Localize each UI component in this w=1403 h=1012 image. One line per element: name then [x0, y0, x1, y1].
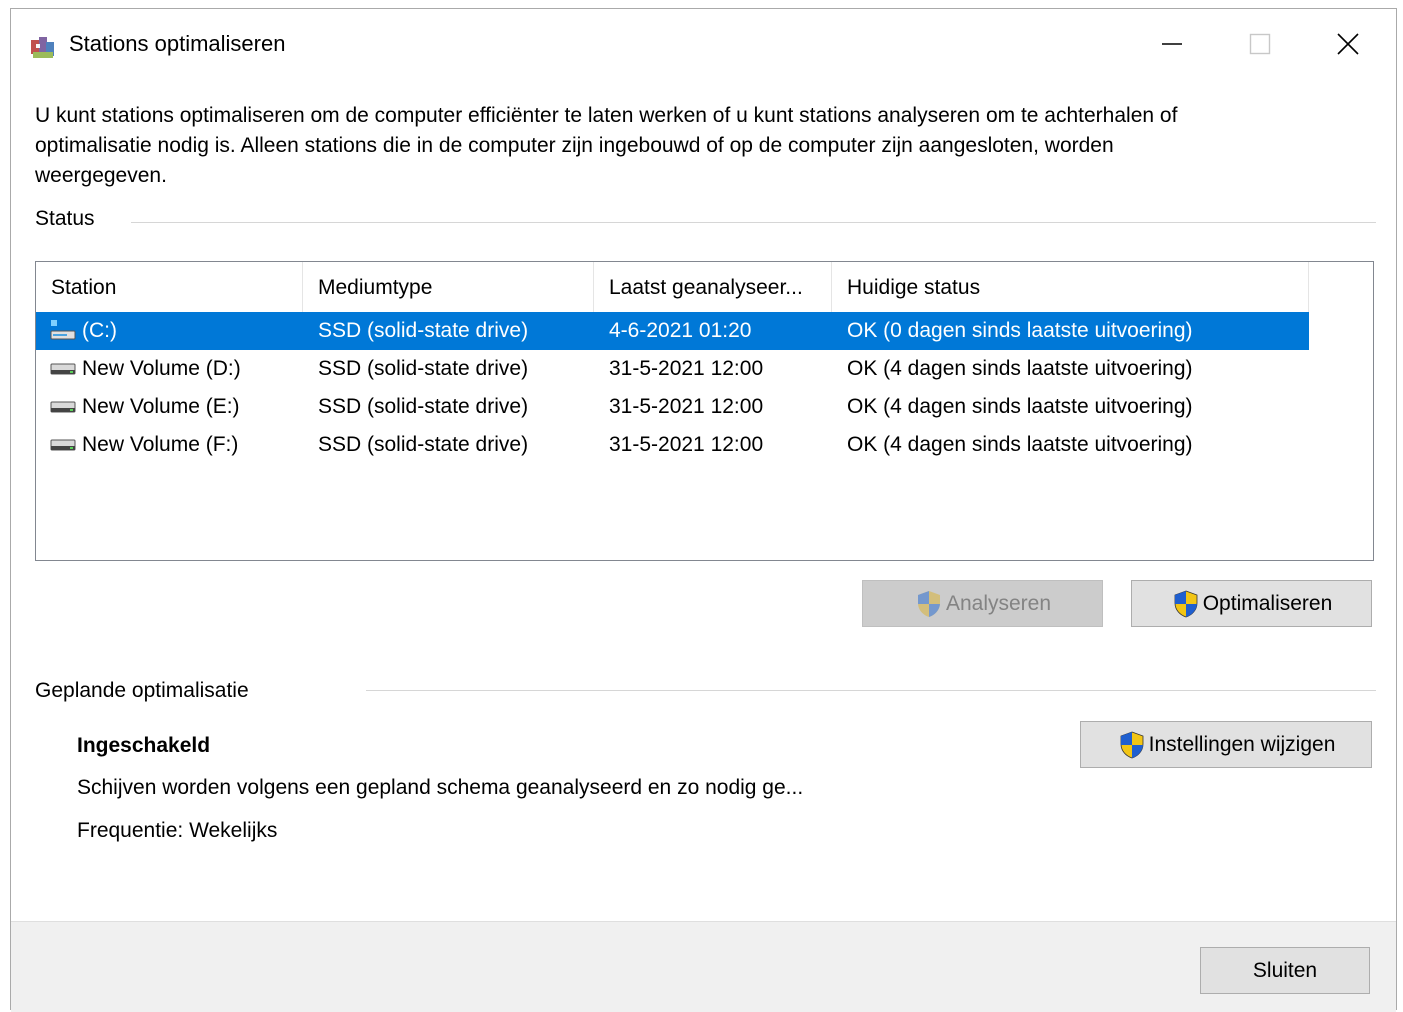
defrag-app-icon	[31, 37, 54, 58]
column-header-mediatype[interactable]: Mediumtype	[303, 262, 594, 312]
cell-station: (C:)	[82, 319, 117, 342]
optimize-drives-window: Stations optimaliseren U kunt stations o…	[10, 8, 1397, 1012]
scheduled-separator	[366, 690, 1376, 691]
drive-row-d[interactable]: New Volume (D:) SSD (solid-state drive) …	[36, 350, 1309, 388]
optimize-button-label: Optimaliseren	[1202, 591, 1333, 615]
window-title: Stations optimaliseren	[69, 31, 286, 56]
optimize-button[interactable]: Optimaliseren	[1131, 580, 1372, 627]
minimize-icon	[1162, 43, 1182, 45]
schedule-frequency: Frequentie: Wekelijks	[77, 819, 278, 842]
schedule-state: Ingeschakeld	[77, 734, 211, 757]
drive-icon	[50, 401, 76, 413]
cell-current-status: OK (4 dagen sinds laatste uitvoering)	[847, 433, 1193, 456]
cell-station: New Volume (E:)	[82, 395, 240, 418]
status-separator	[131, 222, 1376, 223]
column-header-station[interactable]: Station	[36, 262, 303, 312]
drive-icon	[50, 363, 76, 375]
cell-last-analyzed: 31-5-2021 12:00	[609, 433, 764, 456]
drive-row-c[interactable]: (C:) SSD (solid-state drive) 4-6-2021 01…	[36, 312, 1309, 350]
change-settings-button[interactable]: Instellingen wijzigen	[1080, 721, 1372, 768]
system-drive-icon	[50, 320, 76, 340]
maximize-button	[1230, 21, 1290, 67]
cell-mediatype: SSD (solid-state drive)	[318, 319, 529, 342]
cell-last-analyzed: 4-6-2021 01:20	[609, 319, 752, 342]
cell-mediatype: SSD (solid-state drive)	[318, 395, 529, 418]
cell-current-status: OK (4 dagen sinds laatste uitvoering)	[847, 357, 1193, 380]
title-bar[interactable]: Stations optimaliseren	[11, 9, 1396, 79]
cell-mediatype: SSD (solid-state drive)	[318, 357, 529, 380]
minimize-button[interactable]	[1142, 21, 1202, 67]
close-icon	[1337, 33, 1359, 55]
drive-row-f[interactable]: New Volume (F:) SSD (solid-state drive) …	[36, 426, 1309, 464]
scheduled-section-label: Geplande optimalisatie	[35, 679, 249, 702]
close-button[interactable]	[1318, 21, 1378, 67]
column-header-last-analyzed[interactable]: Laatst geanalyseer...	[594, 262, 832, 312]
analyze-button[interactable]: Analyseren	[862, 580, 1103, 627]
column-header-current-status[interactable]: Huidige status	[832, 262, 1309, 312]
close-dialog-label: Sluiten	[1252, 958, 1318, 982]
uac-shield-icon	[917, 590, 940, 617]
cell-station: New Volume (F:)	[82, 433, 239, 456]
cell-last-analyzed: 31-5-2021 12:00	[609, 395, 764, 418]
description-text: U kunt stations optimaliseren om de comp…	[35, 104, 1178, 187]
cell-mediatype: SSD (solid-state drive)	[318, 433, 529, 456]
cell-current-status: OK (0 dagen sinds laatste uitvoering)	[847, 319, 1193, 342]
maximize-icon	[1249, 33, 1271, 55]
change-settings-label: Instellingen wijzigen	[1148, 732, 1336, 756]
footer-bar: Sluiten	[11, 921, 1396, 1012]
analyze-button-label: Analyseren	[945, 591, 1052, 615]
close-dialog-button[interactable]: Sluiten	[1200, 947, 1370, 994]
drive-icon	[50, 439, 76, 451]
uac-shield-icon	[1120, 731, 1144, 758]
list-header: Station Mediumtype Laatst geanalyseer...…	[36, 262, 1309, 312]
drive-row-e[interactable]: New Volume (E:) SSD (solid-state drive) …	[36, 388, 1309, 426]
drives-list[interactable]: Station Mediumtype Laatst geanalyseer...…	[35, 261, 1374, 561]
uac-shield-icon	[1174, 590, 1198, 617]
status-section-label: Status	[35, 207, 95, 230]
cell-last-analyzed: 31-5-2021 12:00	[609, 357, 764, 380]
cell-current-status: OK (4 dagen sinds laatste uitvoering)	[847, 395, 1193, 418]
schedule-detail: Schijven worden volgens een gepland sche…	[77, 776, 804, 799]
cell-station: New Volume (D:)	[82, 357, 241, 380]
